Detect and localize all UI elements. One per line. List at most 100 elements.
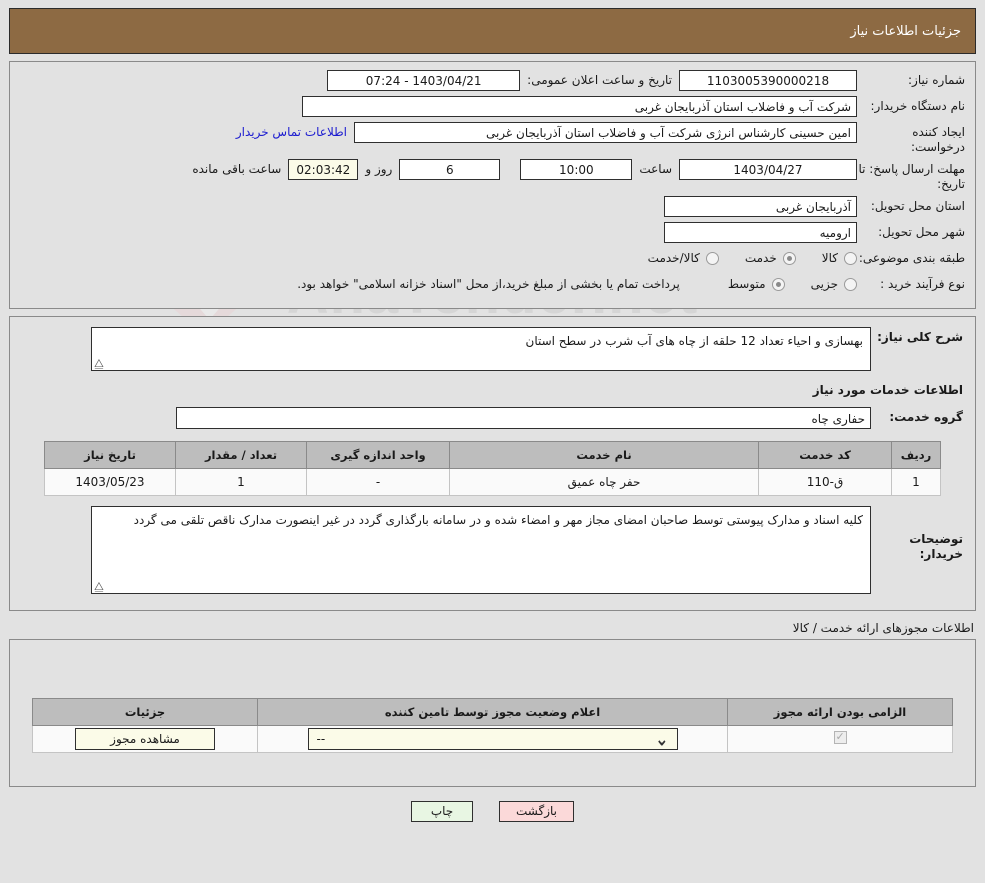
category-option-label: کالا/خدمت	[647, 251, 700, 265]
chevron-down-icon: ⌄	[655, 726, 669, 751]
creator-label: ایجاد کننده درخواست:	[911, 125, 965, 154]
process-note: پرداخت تمام یا بخشی از مبلغ خرید،از محل …	[297, 277, 680, 291]
days-remaining-value: 6	[399, 159, 501, 180]
row-delivery-province: استان محل تحویل: آذربایجان غربی	[20, 196, 965, 218]
services-section-title: اطلاعات خدمات مورد نیاز	[812, 383, 963, 397]
creator-value: امین حسینی کارشناس انرژی شرکت آب و فاضلا…	[354, 122, 857, 143]
row-service-group: گروه خدمت: حفاری چاه	[22, 407, 963, 429]
cell-unit: -	[306, 468, 450, 496]
licenses-caption: اطلاعات مجوزهای ارائه خدمت / کالا	[792, 621, 974, 635]
need-number-value: 1103005390000218	[679, 70, 857, 91]
row-need-number: شماره نیاز: 1103005390000218 تاریخ و ساع…	[20, 70, 965, 92]
licenses-panel: الزامی بودن ارائه مجوز اعلام وضعیت مجوز …	[9, 639, 976, 787]
need-summary-value: بهسازی و احیاء تعداد 12 حلقه از چاه های …	[525, 334, 864, 348]
countdown-value: 02:03:42	[288, 159, 359, 180]
cell-service-name: حفر چاه عمیق	[449, 468, 759, 496]
process-option-jozii[interactable]: جزیی	[811, 277, 857, 291]
process-option-motavaset[interactable]: متوسط	[728, 277, 785, 291]
category-option-label: کالا	[821, 251, 838, 265]
announce-label: تاریخ و ساعت اعلان عمومی:	[527, 73, 672, 87]
city-label: شهر محل تحویل:	[878, 225, 965, 239]
row-response-deadline: مهلت ارسال پاسخ: تا تاریخ: 1403/04/27 سا…	[20, 159, 965, 192]
services-table-wrap: ردیف کد خدمت نام خدمت واحد اندازه گیری ت…	[44, 441, 941, 496]
table-row: ⌄ -- مشاهده مجوز	[32, 725, 953, 753]
process-label: نوع فرآیند خرید :	[880, 277, 965, 291]
category-option-khedmat[interactable]: خدمت	[745, 251, 796, 265]
province-label: استان محل تحویل:	[870, 199, 965, 213]
footer-actions: بازگشت چاپ	[0, 801, 985, 822]
back-button[interactable]: بازگشت	[499, 801, 574, 822]
radio-icon[interactable]	[771, 277, 785, 291]
license-status-select[interactable]: ⌄ --	[307, 726, 678, 751]
row-delivery-city: شهر محل تحویل: ارومیه	[20, 222, 965, 244]
buyer-org-value: شرکت آب و فاضلاب استان آذربایجان غربی	[302, 96, 857, 117]
view-license-button[interactable]: مشاهده مجوز	[75, 728, 215, 750]
resize-handle-icon[interactable]: ⧋	[94, 357, 104, 370]
radio-icon[interactable]	[844, 251, 857, 265]
table-header-row: ردیف کد خدمت نام خدمت واحد اندازه گیری ت…	[44, 441, 941, 469]
th-radif: ردیف	[891, 441, 941, 469]
cell-license-details: مشاهده مجوز	[32, 725, 258, 753]
need-number-label: شماره نیاز:	[908, 73, 965, 87]
license-status-value: --	[316, 732, 326, 746]
deadline-date-value: 1403/04/27	[679, 159, 857, 180]
radio-icon[interactable]	[705, 251, 719, 265]
cell-license-required	[727, 725, 953, 753]
hour-label: ساعت	[639, 162, 672, 176]
print-button[interactable]: چاپ	[411, 801, 473, 822]
row-buyer-org: نام دستگاه خریدار: شرکت آب و فاضلاب استا…	[20, 96, 965, 118]
th-license-required: الزامی بودن ارائه مجوز	[727, 698, 953, 726]
days-label: روز و	[365, 162, 393, 176]
row-need-summary: شرح کلی نیاز: بهسازی و احیاء تعداد 12 حل…	[22, 327, 963, 371]
page-title: جزئیات اطلاعات نیاز	[850, 23, 961, 39]
need-summary-label: شرح کلی نیاز:	[877, 330, 963, 344]
th-service-code: کد خدمت	[758, 441, 892, 469]
buyer-notes-textarea[interactable]: کلیه اسناد و مدارک پیوستی توسط صاحبان ام…	[91, 506, 871, 594]
license-required-checkbox	[833, 731, 847, 744]
province-value: آذربایجان غربی	[664, 196, 857, 217]
table-row: 1 ق-110 حفر چاه عمیق - 1 1403/05/23	[44, 468, 941, 496]
process-option-label: متوسط	[727, 277, 766, 291]
buyer-notes-label: توضیحات خریدار:	[909, 532, 963, 561]
deadline-label: مهلت ارسال پاسخ: تا تاریخ:	[858, 162, 965, 191]
category-label: طبقه بندی موضوعی:	[858, 251, 965, 265]
countdown-label: ساعت باقی مانده	[192, 162, 282, 176]
category-option-kala[interactable]: کالا	[822, 251, 857, 265]
row-request-creator: ایجاد کننده درخواست: امین حسینی کارشناس …	[20, 122, 965, 155]
cell-radif: 1	[891, 468, 941, 496]
buyer-notes-value: کلیه اسناد و مدارک پیوستی توسط صاحبان ام…	[133, 513, 863, 527]
th-quantity: تعداد / مقدار	[175, 441, 307, 469]
th-service-name: نام خدمت	[449, 441, 759, 469]
row-buyer-notes: توضیحات خریدار: کلیه اسناد و مدارک پیوست…	[22, 506, 963, 594]
cell-service-code: ق-110	[758, 468, 892, 496]
buyer-contact-link[interactable]: اطلاعات تماس خریدار	[229, 122, 354, 143]
radio-icon[interactable]	[782, 251, 796, 265]
th-unit: واحد اندازه گیری	[306, 441, 450, 469]
deadline-hour-value: 10:00	[520, 159, 633, 180]
category-option-label: خدمت	[744, 251, 777, 265]
cell-quantity: 1	[175, 468, 307, 496]
table-header-row: الزامی بودن ارائه مجوز اعلام وضعیت مجوز …	[32, 698, 953, 726]
buyer-org-label: نام دستگاه خریدار:	[870, 99, 966, 113]
need-details-panel: شرح کلی نیاز: بهسازی و احیاء تعداد 12 حل…	[9, 316, 976, 611]
th-license-details: جزئیات	[32, 698, 258, 726]
row-subject-category: طبقه بندی موضوعی: کالا خدمت کالا/خدمت	[20, 248, 965, 270]
resize-handle-icon[interactable]: ⧋	[94, 580, 104, 593]
th-license-status: اعلام وضعیت مجوز توسط تامین کننده	[257, 698, 728, 726]
page-header: جزئیات اطلاعات نیاز	[9, 8, 976, 54]
radio-icon[interactable]	[844, 277, 857, 291]
cell-need-date: 1403/05/23	[44, 468, 176, 496]
services-table: ردیف کد خدمت نام خدمت واحد اندازه گیری ت…	[44, 441, 941, 496]
process-option-label: جزیی	[810, 277, 838, 291]
service-group-value: حفاری چاه	[176, 407, 871, 429]
service-group-label: گروه خدمت:	[889, 410, 963, 424]
city-value: ارومیه	[664, 222, 857, 243]
th-need-date: تاریخ نیاز	[44, 441, 176, 469]
need-summary-textarea[interactable]: بهسازی و احیاء تعداد 12 حلقه از چاه های …	[91, 327, 871, 371]
need-info-panel: شماره نیاز: 1103005390000218 تاریخ و ساع…	[9, 61, 976, 309]
announce-value: 1403/04/21 - 07:24	[327, 70, 521, 91]
row-purchase-process: نوع فرآیند خرید : جزیی متوسط پرداخت تمام…	[20, 274, 965, 296]
cell-license-status: ⌄ --	[257, 725, 728, 753]
category-option-kala-khedmat[interactable]: کالا/خدمت	[648, 251, 719, 265]
licenses-table: الزامی بودن ارائه مجوز اعلام وضعیت مجوز …	[32, 698, 953, 753]
